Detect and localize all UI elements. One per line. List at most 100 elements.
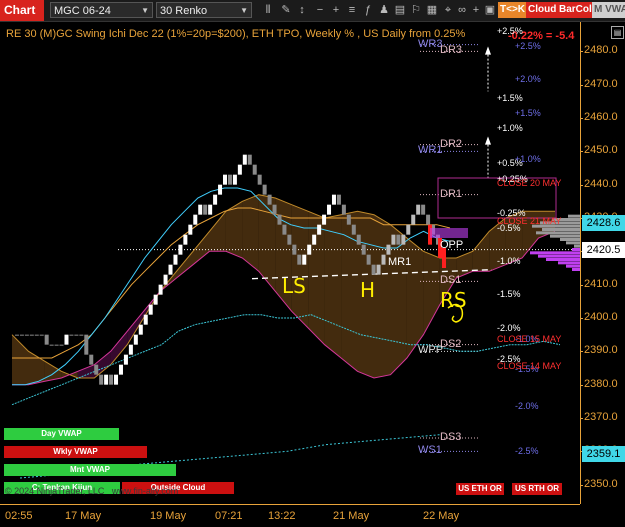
renko-brick xyxy=(59,344,64,346)
renko-brick xyxy=(14,334,19,336)
price-tick-label: 2370.0 xyxy=(584,411,618,423)
renko-brick xyxy=(366,254,371,265)
close-level-label: CLOSE 21 MAY xyxy=(497,216,562,226)
cloud-segment xyxy=(324,214,342,358)
renko-brick xyxy=(218,184,223,195)
renko-brick xyxy=(133,334,138,345)
renko-brick xyxy=(89,354,94,365)
price-tick-mark xyxy=(580,484,583,486)
renko-brick xyxy=(44,334,49,345)
change-points: = -5.4 xyxy=(545,30,575,42)
cloud-toggle[interactable]: Cloud xyxy=(526,2,559,18)
crosshair-icon[interactable]: + xyxy=(470,2,482,18)
renko-brick xyxy=(128,344,133,355)
price-tick-label: 2380.0 xyxy=(584,377,618,390)
time-tick-label: 22 May xyxy=(423,510,460,522)
renko-brick xyxy=(331,194,336,205)
daily-pct-label: +1.5% xyxy=(497,92,523,103)
templates-icon[interactable]: ▤ xyxy=(394,2,406,18)
renko-brick xyxy=(34,334,39,336)
instrument-selector[interactable]: MGC 06-24 ▼ xyxy=(50,2,153,18)
chart-title: RE 30 (M)GC Swing Ichi Dec 22 (1%=20p=$2… xyxy=(6,28,466,40)
renko-brick xyxy=(158,284,163,295)
renko-brick xyxy=(247,154,252,165)
tenkan-kijun-toggle[interactable]: T<>K xyxy=(498,2,528,18)
cloud-segment xyxy=(12,334,29,385)
price-tick-label: 2350.0 xyxy=(584,477,618,490)
cloud-segment xyxy=(472,231,490,272)
renko-brick xyxy=(421,204,426,215)
renko-brick xyxy=(148,304,153,315)
price-tick-mark xyxy=(580,284,583,286)
barcol-toggle[interactable]: BarCol xyxy=(557,2,594,18)
tpo-bar xyxy=(550,234,580,238)
renko-brick xyxy=(252,164,257,175)
strategies-icon[interactable]: ♟ xyxy=(378,2,390,18)
renko-brick xyxy=(327,204,332,215)
indicator-toggle-button[interactable]: Day VWAP xyxy=(4,428,119,440)
renko-brick xyxy=(168,264,173,275)
close-level-label: CLOSE 20 MAY xyxy=(497,177,562,188)
chevron-down-icon: ▼ xyxy=(240,6,248,15)
renko-brick xyxy=(118,364,123,375)
pin-icon[interactable]: ⌖ xyxy=(442,2,454,18)
zoom-out-icon[interactable]: − xyxy=(314,2,326,18)
link-icon[interactable]: ∞ xyxy=(456,2,468,18)
pivot-level-label: WS1 xyxy=(418,444,442,457)
price-scale-icon[interactable]: ↕ xyxy=(296,2,308,18)
target-arrow-head xyxy=(485,46,491,55)
renko-brick xyxy=(84,334,89,355)
indicators-icon[interactable]: ƒ xyxy=(362,2,374,18)
ls-annotation: LS xyxy=(282,274,306,299)
time-tick-label: 17 May xyxy=(65,510,102,522)
chart-properties-icon[interactable]: ▤ xyxy=(611,26,624,39)
renko-brick xyxy=(302,254,307,265)
close-level-label: CLOSE 15 MAY xyxy=(497,334,562,345)
price-tick-label: 2470.0 xyxy=(584,77,618,90)
data-box-icon[interactable]: ▦ xyxy=(426,2,438,18)
renko-brick xyxy=(411,214,416,225)
bar-style-icon[interactable]: ⫴ xyxy=(262,2,274,18)
properties-icon[interactable]: ≡ xyxy=(346,2,358,18)
order-entry-icon[interactable]: ▣ xyxy=(484,2,496,18)
tpo-value-box xyxy=(430,228,468,238)
tpo-bar xyxy=(530,251,580,255)
chart-tab[interactable]: Chart xyxy=(0,0,44,21)
renko-brick xyxy=(396,234,401,245)
indicator-toggle-button[interactable]: Mnt VWAP xyxy=(4,464,176,476)
renko-brick xyxy=(386,244,391,255)
bar-type-selector[interactable]: 30 Renko ▼ xyxy=(156,2,252,18)
renko-brick xyxy=(312,234,317,245)
alerts-icon[interactable]: ⚐ xyxy=(410,2,422,18)
pivot-marker-label: MR1 xyxy=(388,256,412,268)
indicator-toggle-button[interactable]: US ETH OR xyxy=(456,483,504,495)
renko-brick xyxy=(356,234,361,245)
indicator-toggle-button[interactable]: US RTH OR xyxy=(512,483,562,495)
renko-brick xyxy=(19,334,24,336)
indicator-toggle-button[interactable]: Wkly VWAP xyxy=(4,446,147,458)
zoom-in-icon[interactable]: + xyxy=(330,2,342,18)
price-axis[interactable]: ▤ 2350.02360.02370.02380.02390.02400.024… xyxy=(580,22,625,504)
price-tick-mark xyxy=(580,184,583,186)
time-axis[interactable]: 02:55 17 May 19 May 07:21 13:22 21 May 22 May xyxy=(0,504,580,527)
tpo-bar xyxy=(572,268,580,271)
renko-brick xyxy=(351,224,356,235)
price-tick-mark xyxy=(580,151,583,153)
renko-brick xyxy=(401,234,406,245)
renko-brick xyxy=(163,274,168,285)
chart-panel[interactable]: RE 30 (M)GC Swing Ichi Dec 22 (1%=20p=$2… xyxy=(0,22,580,504)
mvwap-toggle[interactable]: M VWAP xyxy=(592,2,625,18)
tpo-bar xyxy=(546,258,580,261)
price-tick-label: 2440.0 xyxy=(584,177,618,190)
renko-brick xyxy=(109,374,114,385)
drawing-icon[interactable]: ✎ xyxy=(280,2,292,18)
instrument-value: MGC 06-24 xyxy=(54,5,111,17)
price-tick-mark xyxy=(580,351,583,353)
renko-brick xyxy=(54,344,59,346)
renko-brick xyxy=(64,334,69,345)
price-tick-mark xyxy=(580,384,583,386)
time-tick-label: 13:22 xyxy=(268,510,296,522)
cloud-segment xyxy=(341,211,358,372)
renko-brick xyxy=(346,214,351,225)
weekly-pct-label: +2.5% xyxy=(515,41,541,51)
